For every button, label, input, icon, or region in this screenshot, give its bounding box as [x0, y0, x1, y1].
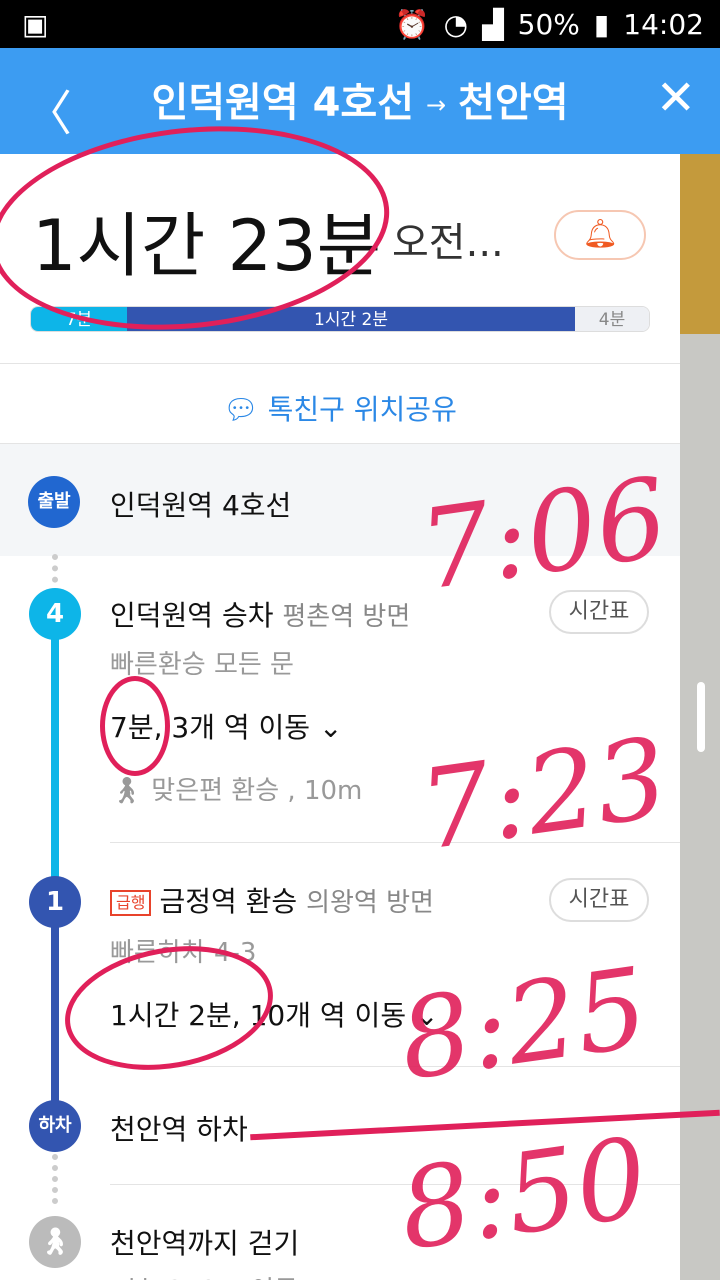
express-badge: 급행 [110, 890, 152, 916]
battery-level: 50% [517, 8, 580, 41]
leg1-title: 인덕원역 승차 평촌역 방면 [110, 599, 411, 632]
app-header: 〈 인덕원역 4호선 → 천안역 ✕ [0, 48, 720, 154]
start-station: 인덕원역 4호선 [110, 489, 292, 522]
walk-detail: 4분, 310m 이동 [110, 1270, 298, 1280]
chat-pin-icon: 💬︎ [223, 393, 259, 426]
battery-icon: ▮ [593, 8, 610, 41]
signal-icon: ▟ [482, 8, 504, 41]
departure-time[interactable]: 오전... [392, 210, 504, 268]
scrollbar[interactable] [697, 682, 705, 752]
wifi-icon: ◔ [443, 8, 469, 41]
line4-badge: 4 [29, 588, 81, 640]
walk-icon: 🚶︎ [29, 1216, 81, 1268]
bell-icon: 🔔︎ [582, 217, 618, 250]
line1-badge: 1 [29, 876, 81, 928]
segment-walk: 4분 [575, 307, 649, 331]
start-marker: 출발 [28, 476, 80, 528]
clock: 14:02 [623, 8, 704, 41]
image-icon: ▣ [22, 8, 49, 41]
share-location-button[interactable]: 💬︎ 톡친구 위치공유 [0, 388, 680, 428]
route-title: 인덕원역 4호선 → 천안역 [151, 80, 569, 126]
alight-badge: 하차 [29, 1100, 81, 1152]
chevron-down-icon: ⌄ [318, 711, 343, 744]
timetable-button[interactable]: 시간표 [549, 878, 649, 922]
close-icon[interactable]: ✕ [656, 70, 696, 126]
alight-station: 천안역 하차 [110, 1113, 248, 1146]
transfer-info: 🚶︎ 맞은편 환승 , 10m [110, 776, 363, 806]
timetable-button[interactable]: 시간표 [549, 590, 649, 634]
status-bar: ▣ ⏰ ◔ ▟ 50% ▮ 14:02 [0, 0, 720, 48]
walk-title: 천안역까지 걷기 [110, 1227, 300, 1260]
walk-icon: 🚶︎ [110, 776, 144, 806]
alarm-button[interactable]: 🔔︎ [554, 210, 646, 260]
alarm-icon: ⏰ [394, 8, 430, 41]
leg2-title: 급행 금정역 환승 의왕역 방면 [110, 880, 434, 920]
